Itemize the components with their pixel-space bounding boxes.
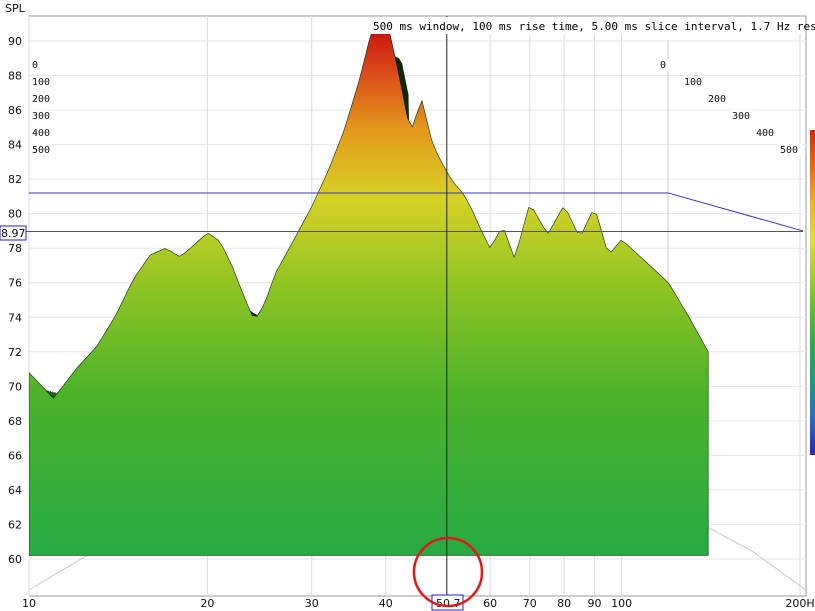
time-label-right: 100 (684, 77, 702, 88)
x-tick-label: 20 (200, 597, 214, 610)
time-label-right: 0 (660, 60, 666, 71)
time-label-right: 400 (756, 128, 774, 139)
colorbar (810, 130, 815, 455)
time-label-left: 500 (32, 145, 50, 156)
y-tick-label: 90 (8, 35, 22, 48)
x-tick-label: 70 (523, 597, 537, 610)
x-tick-label: 10 (22, 597, 36, 610)
y-tick-label: 60 (8, 553, 22, 566)
waterfall-plot: SPL 60 62 64 66 68 70 72 74 76 78 80 82 84 86 88 90 10 2… (0, 2, 815, 611)
x-tick-labels: 10 20 30 40 60 70 80 90 100 200H (22, 597, 815, 610)
time-label-left: 100 (32, 77, 50, 88)
y-tick-label: 72 (8, 346, 22, 359)
time-label-left: 400 (32, 128, 50, 139)
y-tick-labels: 60 62 64 66 68 70 72 74 76 78 80 82 84 86 88 90 (8, 35, 22, 566)
x-tick-label: 90 (587, 597, 601, 610)
y-axis-label: SPL (5, 2, 26, 15)
y-tick-label: 76 (8, 277, 22, 290)
y-tick-label: 70 (8, 380, 22, 393)
time-label-right: 200 (708, 94, 726, 105)
y-tick-label: 88 (8, 70, 22, 83)
y-tick-label: 84 (8, 139, 22, 152)
y-tick-label: 86 (8, 104, 22, 117)
time-label-left: 200 (32, 94, 50, 105)
y-tick-label: 80 (8, 208, 22, 221)
spl-cursor-readout: 8.97 (1, 227, 26, 240)
y-tick-label: 74 (8, 311, 22, 324)
time-label-left: 0 (32, 60, 38, 71)
time-label-left: 300 (32, 111, 50, 122)
y-tick-label: 78 (8, 242, 22, 255)
y-tick-label: 82 (8, 173, 22, 186)
freq-cursor-readout: 50.7 (436, 597, 461, 610)
time-label-right: 500 (780, 145, 798, 156)
x-tick-label: 80 (557, 597, 571, 610)
info-banner: 500 ms window, 100 ms rise time, 5.00 ms… (373, 20, 815, 33)
time-label-right: 300 (732, 111, 750, 122)
x-tick-label: 60 (483, 597, 497, 610)
x-tick-label: 30 (305, 597, 319, 610)
x-tick-label: 40 (379, 597, 393, 610)
y-tick-label: 64 (8, 484, 22, 497)
x-tick-label: 100 (611, 597, 632, 610)
y-tick-label: 68 (8, 415, 22, 428)
y-tick-label: 66 (8, 449, 22, 462)
x-tick-label: 200H (785, 597, 814, 610)
y-tick-label: 62 (8, 518, 22, 531)
